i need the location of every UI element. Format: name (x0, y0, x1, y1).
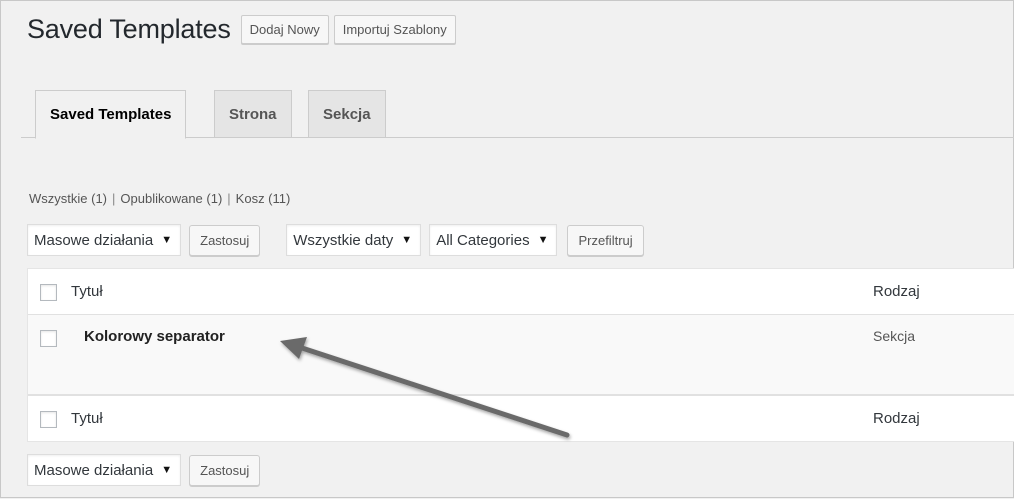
table-footer-row: Tytuł Rodzaj (28, 395, 1014, 441)
import-templates-button[interactable]: Importuj Szablony (333, 15, 456, 44)
view-separator: | (112, 191, 116, 206)
bulk-actions-value: Masowe działania (34, 461, 154, 479)
column-header-type: Rodzaj (873, 283, 920, 300)
template-type: Sekcja (873, 328, 916, 344)
select-all-checkbox[interactable] (40, 284, 57, 301)
admin-page: Saved Templates Dodaj Nowy Importuj Szab… (1, 1, 1014, 499)
filter-button[interactable]: Przefiltruj (567, 224, 644, 256)
tab-strona[interactable]: Strona (214, 90, 292, 138)
view-all-link[interactable]: Wszystkie (1) (29, 191, 107, 206)
bulk-actions-select[interactable]: Masowe działania ▼ (27, 224, 182, 256)
template-title-link[interactable]: Kolorowy separator (84, 328, 225, 345)
tab-bar: Saved Templates Strona Sekcja (21, 90, 1014, 139)
view-published-link[interactable]: Opublikowane (1) (120, 191, 222, 206)
bulk-actions-select-bottom[interactable]: Masowe działania ▼ (27, 454, 182, 486)
dropdown-arrow-icon: ▼ (537, 234, 549, 246)
dropdown-arrow-icon: ▼ (161, 464, 173, 476)
bulk-actions-value: Masowe działania (34, 231, 154, 249)
tablenav-bottom: Masowe działania ▼ Zastosuj (27, 454, 286, 486)
select-all-checkbox-footer[interactable] (40, 411, 57, 428)
date-filter-select[interactable]: Wszystkie daty ▼ (286, 224, 422, 256)
templates-table: Tytuł Rodzaj Kolorowy separator Sekcja T… (27, 268, 1014, 442)
dropdown-arrow-icon: ▼ (161, 234, 173, 246)
tablenav-top: Masowe działania ▼ Zastosuj Wszystkie dat… (27, 224, 670, 256)
table-row: Kolorowy separator Sekcja (28, 315, 1014, 395)
view-filters: Wszystkie (1) | Opublikowane (1) | Kosz (11) (29, 191, 290, 206)
view-separator: | (227, 191, 231, 206)
tab-sekcja[interactable]: Sekcja (308, 90, 386, 138)
add-new-button[interactable]: Dodaj Nowy (240, 15, 329, 44)
page-title: Saved Templates (27, 14, 231, 44)
view-trash-link[interactable]: Kosz (11) (236, 191, 291, 206)
table-header-row: Tytuł Rodzaj (28, 269, 1014, 315)
column-footer-title[interactable]: Tytuł (71, 410, 103, 427)
dropdown-arrow-icon: ▼ (401, 234, 413, 246)
column-footer-type: Rodzaj (873, 410, 920, 427)
apply-bulk-button-bottom[interactable]: Zastosuj (189, 454, 261, 486)
tab-saved-templates[interactable]: Saved Templates (35, 90, 187, 139)
row-checkbox[interactable] (40, 330, 57, 347)
date-filter-value: Wszystkie daty (293, 231, 394, 249)
page-header: Saved Templates Dodaj Nowy Importuj Szab… (27, 15, 456, 44)
category-filter-select[interactable]: All Categories ▼ (429, 224, 558, 256)
column-header-title[interactable]: Tytuł (71, 283, 103, 300)
category-filter-value: All Categories (436, 231, 530, 249)
apply-bulk-button[interactable]: Zastosuj (189, 224, 261, 256)
